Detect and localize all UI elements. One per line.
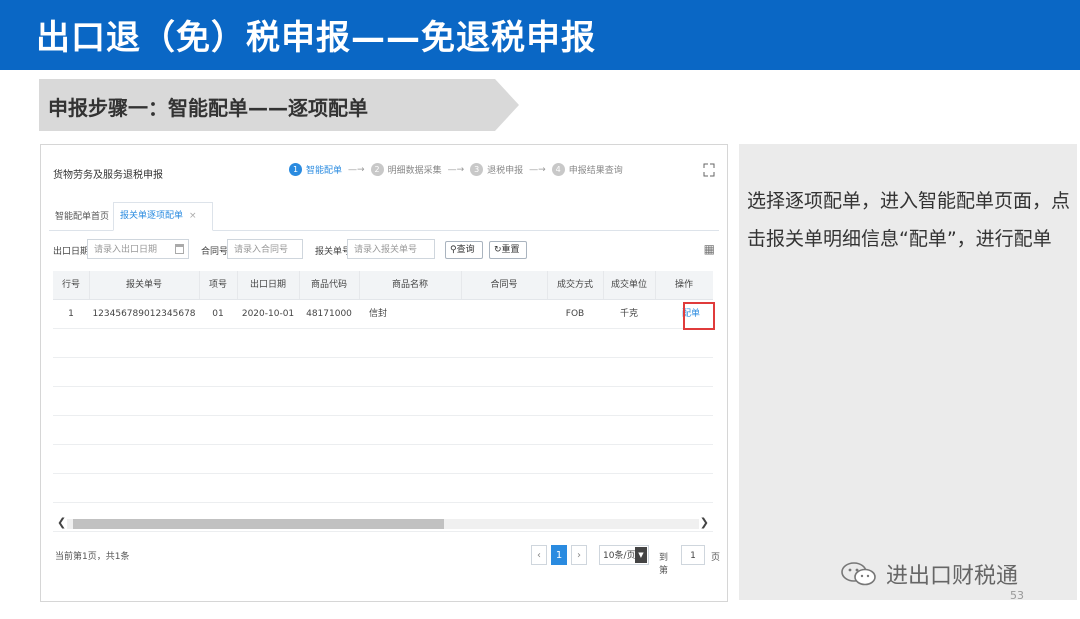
contract-input[interactable]: 请录入合同号 xyxy=(227,239,303,259)
step-label: 退税申报 xyxy=(487,166,524,176)
goto-label: 到第 xyxy=(659,553,669,576)
step-label: 申报结果查询 xyxy=(568,166,623,176)
filter-bar: 出口日期 请录入出口日期 合同号 请录入合同号 报关单号 请录入报关单号 ⚲查询… xyxy=(53,239,715,261)
column-settings-icon[interactable]: ▦ xyxy=(704,242,715,256)
fullscreen-icon[interactable] xyxy=(703,163,715,177)
title-banner: 出口退（免）税申报——免退税申报 xyxy=(0,0,1080,70)
export-date-placeholder: 请录入出口日期 xyxy=(94,245,158,255)
cell-contract xyxy=(461,300,547,328)
app-title: 货物劳务及服务退税申报 xyxy=(53,170,163,181)
reset-label: 重置 xyxy=(501,245,520,255)
wizard-arrow: —→ xyxy=(529,164,546,175)
contract-label: 合同号 xyxy=(201,247,229,257)
page-size-value: 10条/页 xyxy=(603,551,636,561)
step-label: 明细数据采集 xyxy=(387,166,442,176)
cell-trade-terms: FOB xyxy=(565,309,585,319)
cell-item-number: 01 xyxy=(212,309,224,319)
step-label: 智能配单 xyxy=(306,166,343,176)
col-header: 操作 xyxy=(674,280,693,290)
empty-row xyxy=(53,474,713,503)
col-header: 合同号 xyxy=(461,271,548,299)
goto-page-input[interactable]: 1 xyxy=(681,545,705,565)
empty-row xyxy=(53,358,713,387)
cell-commodity-code: 48171000 xyxy=(306,309,352,319)
tab-item-matching[interactable]: 报关单逐项配单 × xyxy=(113,202,213,231)
col-header: 商品代码 xyxy=(299,271,360,299)
wizard-step-3[interactable]: 3 退税申报 xyxy=(470,163,523,176)
cell-commodity-name: 信封 xyxy=(369,309,388,319)
scroll-right-icon[interactable]: ❯ xyxy=(700,516,709,529)
reset-button[interactable]: ↻重置 xyxy=(489,241,527,259)
tab-bar: 智能配单首页 报关单逐项配单 × xyxy=(49,200,719,231)
wizard-step-4[interactable]: 4 申报结果查询 xyxy=(551,163,623,176)
step-title: 申报步骤一：智能配单——逐项配单 xyxy=(48,96,368,120)
calendar-icon[interactable] xyxy=(175,244,184,254)
cell-export-date: 2020-10-01 xyxy=(241,309,295,319)
cell-unit: 千克 xyxy=(619,309,638,319)
scroll-left-icon[interactable]: ❮ xyxy=(57,516,66,529)
step-number: 3 xyxy=(470,163,484,176)
page-size-select[interactable]: 10条/页 ▼ xyxy=(599,545,649,565)
contract-placeholder: 请录入合同号 xyxy=(234,245,289,255)
cell-row-number: 1 xyxy=(68,309,74,319)
wechat-icon xyxy=(840,561,878,587)
table-row[interactable]: 1 123456789012345678 01 2020-10-01 48171… xyxy=(53,300,715,330)
step-number: 1 xyxy=(289,163,302,176)
customs-label: 报关单号 xyxy=(315,247,352,257)
watermark-text: 进出口财税通 xyxy=(886,564,1019,589)
query-label: 查询 xyxy=(456,245,475,255)
col-header: 项号 xyxy=(199,271,238,299)
export-date-input[interactable]: 请录入出口日期 xyxy=(87,239,189,259)
wizard-arrow: —→ xyxy=(447,164,465,175)
scroll-thumb[interactable] xyxy=(73,519,444,529)
empty-row xyxy=(53,445,713,474)
col-header: 商品名称 xyxy=(359,271,462,299)
col-header: 成交单位 xyxy=(603,271,656,299)
wizard-steps: 1 智能配单 —→ 2 明细数据采集 —→ 3 退税申报 —→ 4 申报结果查询 xyxy=(289,163,623,176)
step-number: 4 xyxy=(551,163,565,176)
wizard-step-1[interactable]: 1 智能配单 xyxy=(289,163,342,176)
empty-row xyxy=(53,329,713,358)
watermark: 进出口财税通 xyxy=(840,558,1018,590)
page-button-current[interactable]: 1 xyxy=(551,545,567,565)
export-date-label: 出口日期 xyxy=(53,247,90,257)
table-header: 行号 报关单号 项号 出口日期 商品代码 商品名称 合同号 成交方式 成交单位 … xyxy=(53,271,713,300)
refresh-icon: ↻ xyxy=(494,245,502,255)
page-suffix: 页 xyxy=(711,553,721,563)
explanation-panel: 选择逐项配单，进入智能配单页面，点击报关单明细信息“配单”，进行配单 xyxy=(739,144,1077,600)
query-button[interactable]: ⚲查询 xyxy=(445,241,483,259)
app-screenshot: 货物劳务及服务退税申报 1 智能配单 —→ 2 明细数据采集 —→ 3 退税申报… xyxy=(40,144,728,602)
tab-home[interactable]: 智能配单首页 xyxy=(49,205,115,230)
cell-customs-number: 123456789012345678 xyxy=(92,309,196,319)
customs-input[interactable]: 请录入报关单号 xyxy=(347,239,435,259)
col-header: 行号 xyxy=(53,271,90,299)
pagination-info: 当前第1页，共1条 xyxy=(55,552,130,562)
step-number: 2 xyxy=(370,163,384,176)
customs-placeholder: 请录入报关单号 xyxy=(354,245,418,255)
col-header: 出口日期 xyxy=(237,271,300,299)
highlight-box xyxy=(683,302,715,330)
prev-page-button[interactable]: ‹ xyxy=(531,545,547,565)
empty-row xyxy=(53,387,713,416)
empty-row xyxy=(53,416,713,445)
next-page-button[interactable]: › xyxy=(571,545,587,565)
page-number: 53 xyxy=(1010,589,1024,602)
explanation-text: 选择逐项配单，进入智能配单页面，点击报关单明细信息“配单”，进行配单 xyxy=(747,190,1071,250)
wizard-arrow: —→ xyxy=(348,164,365,175)
horizontal-scrollbar[interactable]: ❮ ❯ xyxy=(53,516,713,530)
wizard-step-2[interactable]: 2 明细数据采集 xyxy=(370,163,442,176)
search-icon: ⚲ xyxy=(450,245,457,255)
chevron-down-icon: ▼ xyxy=(635,547,647,563)
col-header: 成交方式 xyxy=(547,271,604,299)
slide-title: 出口退（免）税申报——免退税申报 xyxy=(36,18,596,58)
tab-label: 报关单逐项配单 xyxy=(120,211,184,221)
declaration-table: 行号 报关单号 项号 出口日期 商品代码 商品名称 合同号 成交方式 成交单位 … xyxy=(53,271,715,532)
col-header: 报关单号 xyxy=(89,271,200,299)
close-icon[interactable]: × xyxy=(189,211,197,221)
